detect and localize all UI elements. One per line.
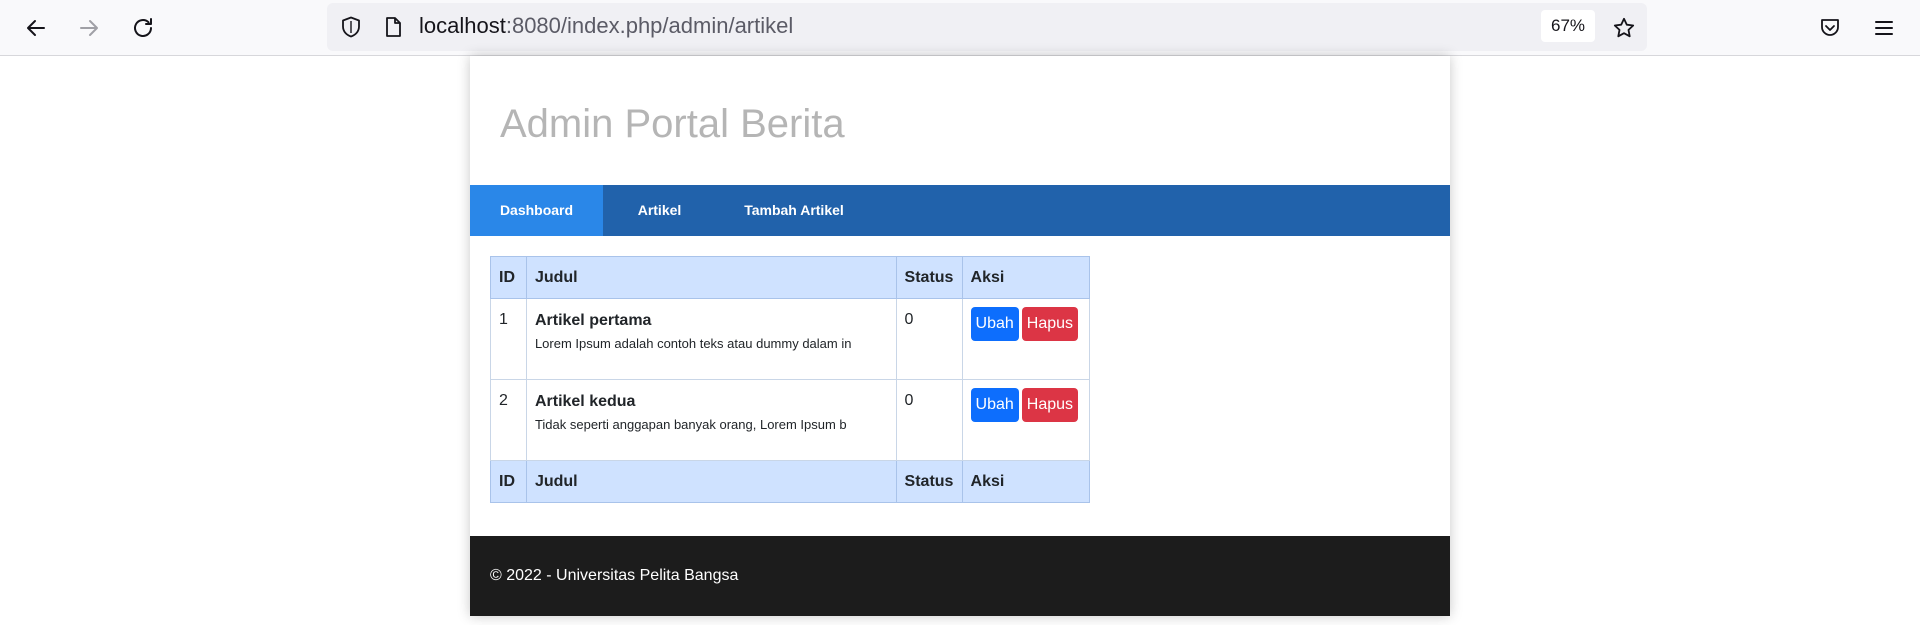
article-snippet: Tidak seperti anggapan banyak orang, Lor… [534,417,847,432]
nav-artikel[interactable]: Artikel [603,185,716,236]
column-footer-judul: Judul [525,460,897,503]
reload-icon[interactable] [123,8,163,48]
nav-tambah-artikel[interactable]: Tambah Artikel [716,185,872,236]
nav-dashboard[interactable]: Dashboard [470,185,603,236]
cell-judul: Artikel kedua Tidak seperti anggapan ban… [525,379,897,461]
column-header-aksi: Aksi [961,256,1091,299]
cell-judul: Artikel pertama Lorem Ipsum adalah conto… [525,298,897,380]
table-row: 1 Artikel pertama Lorem Ipsum adalah con… [490,298,1091,380]
table-footer-row: ID Judul Status Aksi [490,460,1091,503]
page-container: Admin Portal Berita Dashboard Artikel Ta… [470,56,1450,616]
article-title: Artikel pertama [534,312,652,329]
site-footer: © 2022 - Universitas Pelita Bangsa [470,536,1450,616]
forward-arrow-icon[interactable] [69,8,109,48]
bookmark-star-icon[interactable] [1604,8,1644,48]
cell-status: 0 [895,298,963,380]
column-footer-id: ID [490,460,527,503]
edit-button[interactable]: Ubah [970,388,1019,422]
cell-aksi: Ubah Hapus [961,298,1091,380]
pocket-icon[interactable] [1810,8,1850,48]
edit-button[interactable]: Ubah [970,307,1019,341]
column-footer-aksi: Aksi [961,460,1091,503]
url-host: localhost [419,13,506,38]
cell-id: 2 [490,379,527,461]
cell-status: 0 [895,379,963,461]
column-header-status: Status [895,256,963,299]
site-title: Admin Portal Berita [500,102,845,146]
tracking-protection-shield-icon[interactable] [339,15,363,39]
back-arrow-icon[interactable] [16,8,56,48]
hamburger-menu-icon[interactable] [1864,8,1904,48]
url-path: :8080/index.php/admin/artikel [505,13,794,38]
column-footer-status: Status [895,460,963,503]
main-navbar: Dashboard Artikel Tambah Artikel [470,185,1450,236]
url-text[interactable]: localhost:8080/index.php/admin/artikel [419,13,793,39]
table-row: 2 Artikel kedua Tidak seperti anggapan b… [490,379,1091,461]
artikel-table: ID Judul Status Aksi 1 Artikel pertama L… [490,256,1091,503]
delete-button[interactable]: Hapus [1021,307,1079,341]
column-header-judul: Judul [525,256,897,299]
table-header-row: ID Judul Status Aksi [490,256,1091,299]
delete-button[interactable]: Hapus [1021,388,1079,422]
site-header: Admin Portal Berita [470,56,1450,185]
cell-aksi: Ubah Hapus [961,379,1091,461]
article-title: Artikel kedua [534,393,636,410]
page-info-icon[interactable] [381,15,405,39]
browser-toolbar: localhost:8080/index.php/admin/artikel 6… [0,0,1920,56]
footer-copyright: © 2022 - Universitas Pelita Bangsa [490,567,739,584]
cell-id: 1 [490,298,527,380]
column-header-id: ID [490,256,527,299]
zoom-level-badge[interactable]: 67% [1541,10,1595,42]
article-snippet: Lorem Ipsum adalah contoh teks atau dumm… [534,336,852,351]
